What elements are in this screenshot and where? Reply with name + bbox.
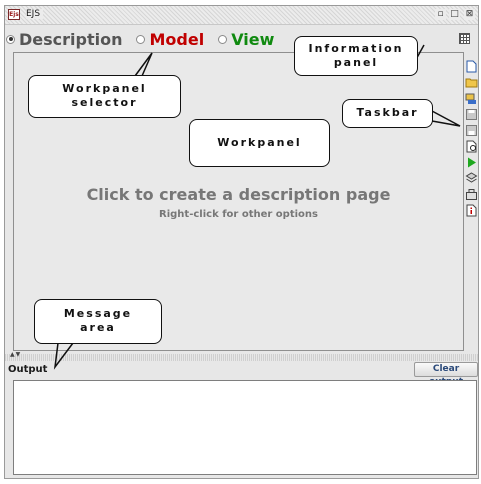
radio-description[interactable]: Description	[6, 30, 122, 49]
maximize-icon[interactable]: □	[449, 9, 460, 20]
save-icon[interactable]	[465, 106, 478, 120]
workpanel-prompt: Click to create a description page	[86, 185, 391, 204]
radio-unselected-icon	[136, 34, 146, 44]
app-logo: Ejs	[8, 9, 20, 20]
radio-view[interactable]: View	[218, 30, 274, 49]
new-file-icon[interactable]	[465, 58, 478, 73]
save-as-icon[interactable]	[465, 122, 478, 136]
workpanel-hint: Right-click for other options	[159, 209, 318, 220]
radio-description-label: Description	[19, 29, 123, 49]
callout-text: area	[80, 321, 116, 334]
callout-message-area: Message area	[34, 299, 162, 344]
information-panel-icon[interactable]	[459, 33, 470, 44]
window-title: EJS	[26, 9, 44, 19]
run-icon[interactable]	[465, 154, 478, 168]
preview-icon[interactable]	[465, 138, 478, 153]
options-icon[interactable]	[465, 186, 478, 200]
radio-view-label: View	[231, 29, 275, 49]
radio-model-label: Model	[149, 29, 205, 49]
layers-icon[interactable]	[465, 170, 478, 183]
callout-text: panel	[333, 56, 379, 69]
clear-output-button[interactable]: Clear output	[414, 362, 478, 387]
callout-text: Workpanel	[62, 82, 147, 95]
callout-information-panel: Information panel	[294, 36, 418, 76]
panel-splitter[interactable]	[5, 354, 478, 361]
splitter-arrows-icon[interactable]: ▲▼	[10, 351, 21, 358]
callout-workpanel: Workpanel	[189, 119, 330, 167]
restore-icon[interactable]: ▫	[435, 9, 446, 20]
callout-text: Message	[63, 307, 133, 320]
output-label: Output	[8, 364, 48, 375]
callout-text: Information	[308, 42, 404, 55]
radio-unselected-icon	[218, 34, 228, 44]
radio-selected-icon	[6, 34, 15, 44]
callout-workpanel-selector: Workpanel selector	[28, 75, 181, 118]
callout-taskbar: Taskbar	[342, 99, 433, 128]
title-bar[interactable]: Ejs EJS ▫ □ ⊠	[5, 6, 478, 25]
radio-model[interactable]: Model	[136, 30, 204, 49]
info-icon[interactable]	[465, 202, 478, 217]
close-icon[interactable]: ⊠	[464, 9, 475, 20]
output-area[interactable]	[13, 380, 477, 475]
open-folder-icon[interactable]	[465, 74, 478, 88]
workpanel-selector: Description Model View	[6, 29, 288, 49]
search-icon[interactable]	[465, 90, 478, 104]
callout-text: selector	[71, 96, 138, 109]
